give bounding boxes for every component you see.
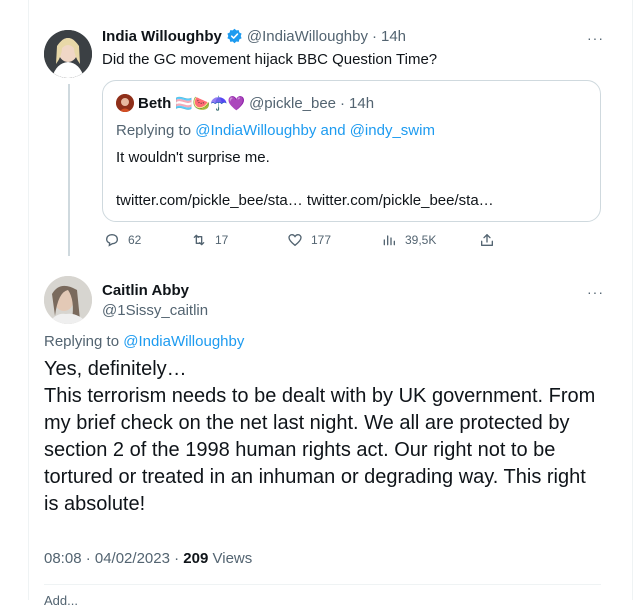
- main-tweet-body: Yes, definitely… This terrorism needs to…: [44, 356, 604, 518]
- quoted-replying-users-link[interactable]: @IndiaWilloughby and @indy_swim: [195, 122, 435, 139]
- main-replying-user-link[interactable]: @IndiaWilloughby: [123, 333, 244, 350]
- caitlin-avatar[interactable]: [44, 276, 92, 324]
- views-count: 39,5K: [405, 233, 437, 247]
- share-icon: [481, 234, 493, 246]
- verified-badge-icon: [227, 28, 242, 44]
- main-divider: [44, 584, 601, 585]
- parent-author-handle[interactable]: @IndiaWilloughby: [247, 28, 368, 45]
- quoted-person-avatar-icon: [116, 94, 134, 112]
- quoted-tweet-card[interactable]: Beth 🏳️‍⚧️🍉☂️💜 @pickle_bee · 14h Replyin…: [102, 80, 601, 222]
- quoted-time[interactable]: 14h: [349, 95, 374, 112]
- person-avatar-icon: [44, 276, 92, 324]
- quoted-avatar[interactable]: [116, 94, 134, 112]
- main-timestamp[interactable]: 08:08 · 04/02/2023: [44, 550, 170, 567]
- dot-separator: ·: [371, 28, 377, 45]
- parent-tweet-text: Did the GC movement hijack BBC Question …: [102, 51, 438, 68]
- retweet-count: 17: [215, 233, 229, 247]
- quoted-tweet-links[interactable]: twitter.com/pickle_bee/sta… twitter.com/…: [116, 192, 494, 209]
- analytics-icon: [383, 235, 395, 246]
- main-tweet-text: Yes, definitely… This terrorism needs to…: [44, 358, 596, 515]
- main-views-label: Views: [212, 550, 253, 567]
- quoted-author-emoji: 🏳️‍⚧️🍉☂️💜: [175, 94, 246, 111]
- reply-count: 62: [128, 233, 142, 247]
- like-action[interactable]: 177: [287, 232, 331, 248]
- person-avatar-icon: [44, 30, 92, 78]
- thread-connector-line: [68, 84, 70, 256]
- quoted-tweet-text: It wouldn't surprise me.: [116, 149, 270, 166]
- reply-icon: [105, 233, 119, 247]
- main-more-options-icon[interactable]: ···: [587, 284, 604, 300]
- views-action[interactable]: 39,5K: [381, 232, 436, 248]
- quoted-replying-prefix: Replying to: [116, 122, 192, 139]
- main-author-handle[interactable]: @1Sissy_caitlin: [102, 302, 208, 319]
- quoted-dot-separator: ·: [340, 94, 346, 112]
- main-replying-prefix: Replying to: [44, 333, 120, 350]
- quoted-author-name[interactable]: Beth: [138, 95, 171, 112]
- india-avatar[interactable]: [44, 30, 92, 78]
- retweet-icon: [193, 234, 205, 246]
- reply-action[interactable]: 62: [104, 232, 141, 248]
- parent-time[interactable]: 14h: [381, 28, 406, 45]
- retweet-action[interactable]: 17: [191, 232, 228, 248]
- like-count: 177: [311, 233, 332, 247]
- share-action[interactable]: [479, 232, 495, 248]
- more-options-icon[interactable]: ···: [587, 30, 604, 46]
- main-dot-separator: ·: [174, 550, 180, 567]
- cutoff-row-text: Add...: [44, 593, 78, 608]
- main-author-name[interactable]: Caitlin Abby: [102, 282, 208, 299]
- main-views-count: 209: [183, 550, 209, 567]
- quoted-author-handle[interactable]: @pickle_bee: [249, 95, 336, 112]
- parent-author-name[interactable]: India Willoughby: [102, 28, 222, 45]
- like-heart-icon: [288, 233, 302, 247]
